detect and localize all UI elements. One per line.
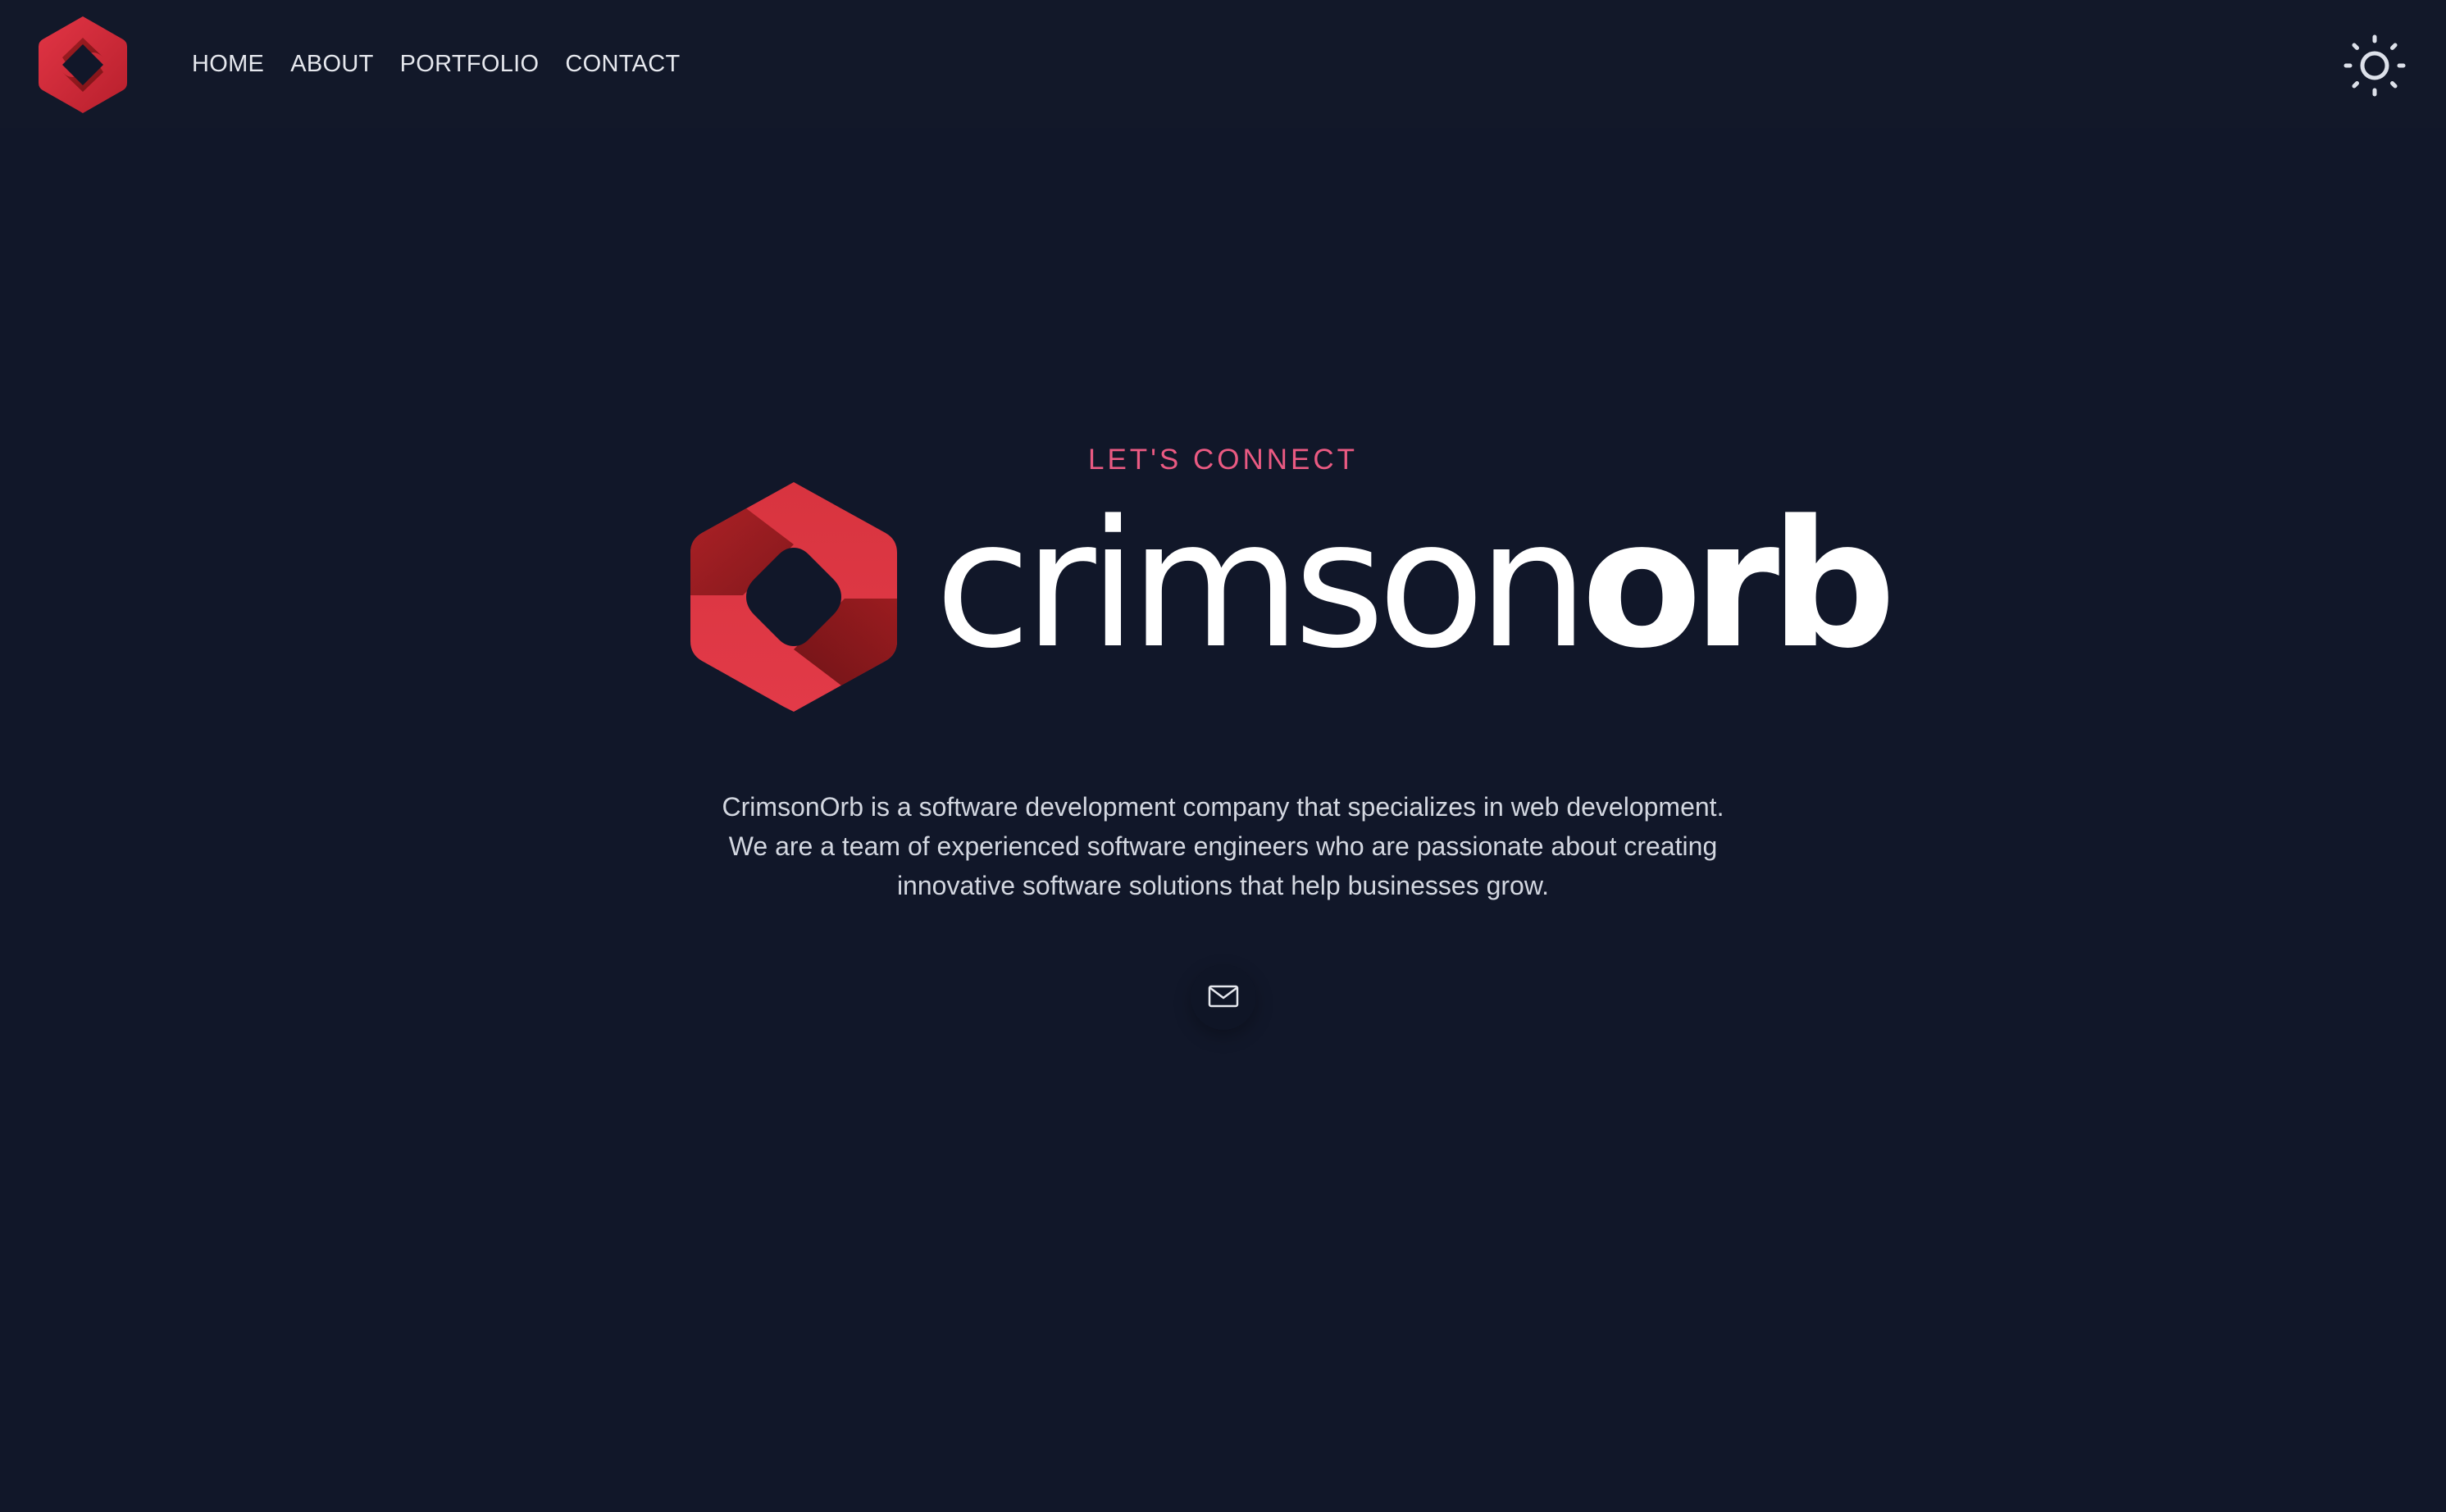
- home-logo-link[interactable]: [38, 15, 128, 115]
- brand-mark: [689, 480, 899, 713]
- company-intro: CrimsonOrb is a software development com…: [722, 792, 1724, 900]
- email-contact-button[interactable]: [1191, 964, 1256, 1030]
- sun-icon: [2344, 34, 2406, 97]
- site-header: HOME ABOUT PORTFOLIO CONTACT: [0, 0, 2446, 128]
- nav-contact[interactable]: CONTACT: [565, 46, 680, 82]
- brand-lockup: crimsonorb: [687, 480, 1896, 713]
- mail-icon: [1208, 985, 1239, 1008]
- brand-word-light: crimson: [935, 483, 1589, 687]
- nav-home[interactable]: HOME: [192, 46, 264, 82]
- nav-portfolio[interactable]: PORTFOLIO: [400, 46, 540, 82]
- brand-wordmark: crimsonorb: [935, 498, 1896, 673]
- nav-about[interactable]: ABOUT: [290, 46, 373, 82]
- theme-toggle-button[interactable]: [2344, 34, 2406, 97]
- crimsonorb-logo-icon: [39, 16, 127, 113]
- brand-word-bold: orb: [1581, 483, 1897, 687]
- section-eyebrow: LET'S CONNECT: [1088, 444, 1358, 476]
- main-nav: HOME ABOUT PORTFOLIO CONTACT: [192, 46, 680, 82]
- crimsonorb-logo-icon: [690, 482, 897, 712]
